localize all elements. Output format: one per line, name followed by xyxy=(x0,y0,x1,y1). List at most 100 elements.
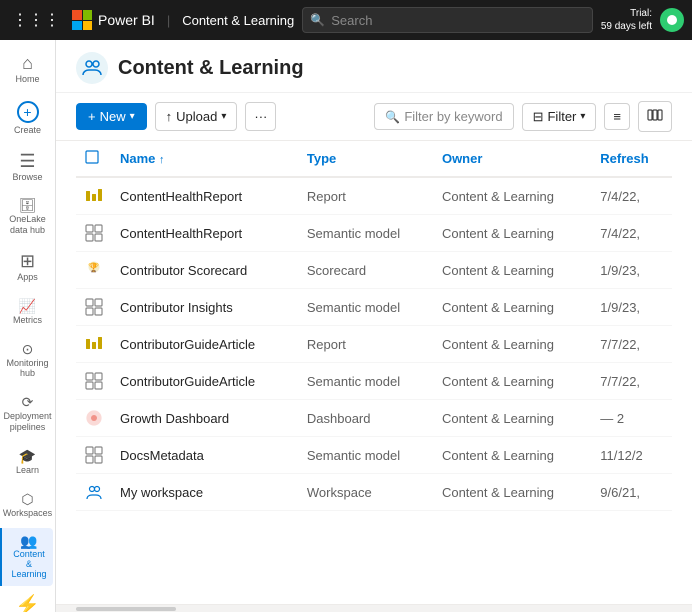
search-container: 🔍 xyxy=(302,7,593,33)
row-name-cell: DocsMetadata xyxy=(112,437,299,474)
row-refresh-cell: — 2 xyxy=(592,400,672,437)
table-row[interactable]: ContributorGuideArticle Semantic model C… xyxy=(76,363,672,400)
table-header-row: Name ↑ Type Owner Refresh xyxy=(76,141,672,177)
filter-keyword-search-icon: 🔍 xyxy=(385,110,400,124)
sidebar-item-apps[interactable]: ⊞ Apps xyxy=(4,246,52,289)
new-plus-icon: + xyxy=(88,109,96,124)
content-table: Name ↑ Type Owner Refresh ContentHealthR… xyxy=(76,141,672,511)
row-type-cell: Semantic model xyxy=(299,437,434,474)
col-name[interactable]: Name ↑ xyxy=(112,141,299,177)
main-layout: ⌂ Home + Create ☰ Browse 🗄 OneLake data … xyxy=(0,40,692,612)
content-area: Content & Learning + New ▾ ↑ Upload ▾ ··… xyxy=(56,40,692,612)
row-refresh-cell: 7/7/22, xyxy=(592,326,672,363)
upload-button[interactable]: ↑ Upload ▾ xyxy=(155,102,238,131)
row-refresh-cell: 11/12/2 xyxy=(592,437,672,474)
brand-name: Power BI xyxy=(98,12,155,28)
row-owner-cell: Content & Learning xyxy=(434,289,592,326)
filter-keyword-button[interactable]: 🔍 Filter by keyword xyxy=(374,103,513,130)
metrics-icon: 📈 xyxy=(19,299,36,313)
row-name-cell: Growth Dashboard xyxy=(112,400,299,437)
waffle-menu[interactable]: ⋮⋮⋮ xyxy=(8,6,64,34)
row-name-cell: My workspace xyxy=(112,474,299,511)
row-name-cell: ContentHealthReport xyxy=(112,215,299,252)
row-type-cell: Semantic model xyxy=(299,289,434,326)
nav-workspace-label[interactable]: Content & Learning xyxy=(182,13,294,28)
horizontal-scrollbar[interactable] xyxy=(56,604,692,612)
row-icon-cell xyxy=(76,474,112,511)
new-button[interactable]: + New ▾ xyxy=(76,103,147,130)
row-icon-cell xyxy=(76,363,112,400)
row-name-cell: ContentHealthReport xyxy=(112,177,299,215)
home-icon: ⌂ xyxy=(22,54,33,72)
row-type-cell: Dashboard xyxy=(299,400,434,437)
sidebar-label-deployment: Deployment pipelines xyxy=(3,411,51,433)
sidebar-item-onelake[interactable]: 🗄 OneLake data hub xyxy=(4,192,52,242)
scrollbar-thumb[interactable] xyxy=(76,607,176,611)
view-icon: ≡ xyxy=(613,109,621,124)
sidebar-item-monitoring[interactable]: ⊙ Monitoring hub xyxy=(4,336,52,386)
row-owner-cell: Content & Learning xyxy=(434,177,592,215)
table-row[interactable]: ContentHealthReport Semantic model Conte… xyxy=(76,215,672,252)
sidebar-item-content-learning[interactable]: 👥 Content & Learning xyxy=(0,528,53,586)
row-type-icon xyxy=(84,334,104,354)
browse-icon: ☰ xyxy=(19,152,35,170)
apps-icon: ⊞ xyxy=(20,252,35,270)
row-icon-cell xyxy=(76,215,112,252)
search-input[interactable] xyxy=(302,7,593,33)
sidebar-item-browse[interactable]: ☰ Browse xyxy=(4,146,52,189)
col-type[interactable]: Type xyxy=(299,141,434,177)
row-type-icon xyxy=(84,445,104,465)
table-row[interactable]: ContributorGuideArticle Report Content &… xyxy=(76,326,672,363)
toolbar: + New ▾ ↑ Upload ▾ ··· 🔍 Filter by keywo… xyxy=(56,93,692,141)
filter-button[interactable]: ⊟ Filter ▾ xyxy=(522,103,597,131)
row-owner-cell: Content & Learning xyxy=(434,363,592,400)
workspace-icon xyxy=(76,52,108,84)
sidebar-label-apps: Apps xyxy=(17,272,38,283)
row-icon-cell: 🏆 xyxy=(76,252,112,289)
sidebar-label-home: Home xyxy=(15,74,39,85)
col-refresh[interactable]: Refresh xyxy=(592,141,672,177)
avatar[interactable] xyxy=(660,8,684,32)
row-type-cell: Semantic model xyxy=(299,363,434,400)
table-row[interactable]: 🏆 Contributor Scorecard Scorecard Conten… xyxy=(76,252,672,289)
sidebar-item-metrics[interactable]: 📈 Metrics xyxy=(4,293,52,332)
row-type-icon xyxy=(84,186,104,206)
sidebar-item-powerbi[interactable]: ⚡ Power BI xyxy=(4,590,52,612)
sidebar-label-browse: Browse xyxy=(12,172,42,183)
row-type-icon xyxy=(84,297,104,317)
row-type-icon xyxy=(84,371,104,391)
row-type-cell: Report xyxy=(299,326,434,363)
column-settings-button[interactable] xyxy=(638,101,672,132)
new-chevron-icon: ▾ xyxy=(130,111,135,122)
row-type-icon: 🏆 xyxy=(84,260,104,280)
table-row[interactable]: Contributor Insights Semantic model Cont… xyxy=(76,289,672,326)
table-row[interactable]: DocsMetadata Semantic model Content & Le… xyxy=(76,437,672,474)
more-button[interactable]: ··· xyxy=(245,102,276,131)
learn-icon: 🎓 xyxy=(19,449,36,463)
sidebar-item-workspaces[interactable]: ⬡ Workspaces xyxy=(4,486,52,525)
row-icon-cell xyxy=(76,289,112,326)
sidebar-item-learn[interactable]: 🎓 Learn xyxy=(4,443,52,482)
col-owner[interactable]: Owner xyxy=(434,141,592,177)
filter-icon: ⊟ xyxy=(533,109,544,125)
row-name-cell: Contributor Scorecard xyxy=(112,252,299,289)
onelake-icon: 🗄 xyxy=(19,198,37,212)
table-row[interactable]: My workspace Workspace Content & Learnin… xyxy=(76,474,672,511)
sidebar-label-metrics: Metrics xyxy=(13,315,42,326)
sidebar-item-create[interactable]: + Create xyxy=(4,95,52,142)
table-row[interactable]: ContentHealthReport Report Content & Lea… xyxy=(76,177,672,215)
view-toggle-button[interactable]: ≡ xyxy=(604,103,630,130)
row-refresh-cell: 7/7/22, xyxy=(592,363,672,400)
sidebar-label-workspaces: Workspaces xyxy=(3,508,52,519)
row-icon-cell xyxy=(76,400,112,437)
page-title: Content & Learning xyxy=(118,57,304,80)
search-icon: 🔍 xyxy=(310,13,325,27)
upload-chevron-icon: ▾ xyxy=(221,111,226,122)
svg-text:🏆: 🏆 xyxy=(88,262,99,273)
table-row[interactable]: Growth Dashboard Dashboard Content & Lea… xyxy=(76,400,672,437)
sidebar-item-deployment[interactable]: ⟳ Deployment pipelines xyxy=(4,389,52,439)
row-type-icon xyxy=(84,408,104,428)
workspaces-icon: ⬡ xyxy=(21,492,33,506)
row-type-cell: Scorecard xyxy=(299,252,434,289)
sidebar-item-home[interactable]: ⌂ Home xyxy=(4,48,52,91)
